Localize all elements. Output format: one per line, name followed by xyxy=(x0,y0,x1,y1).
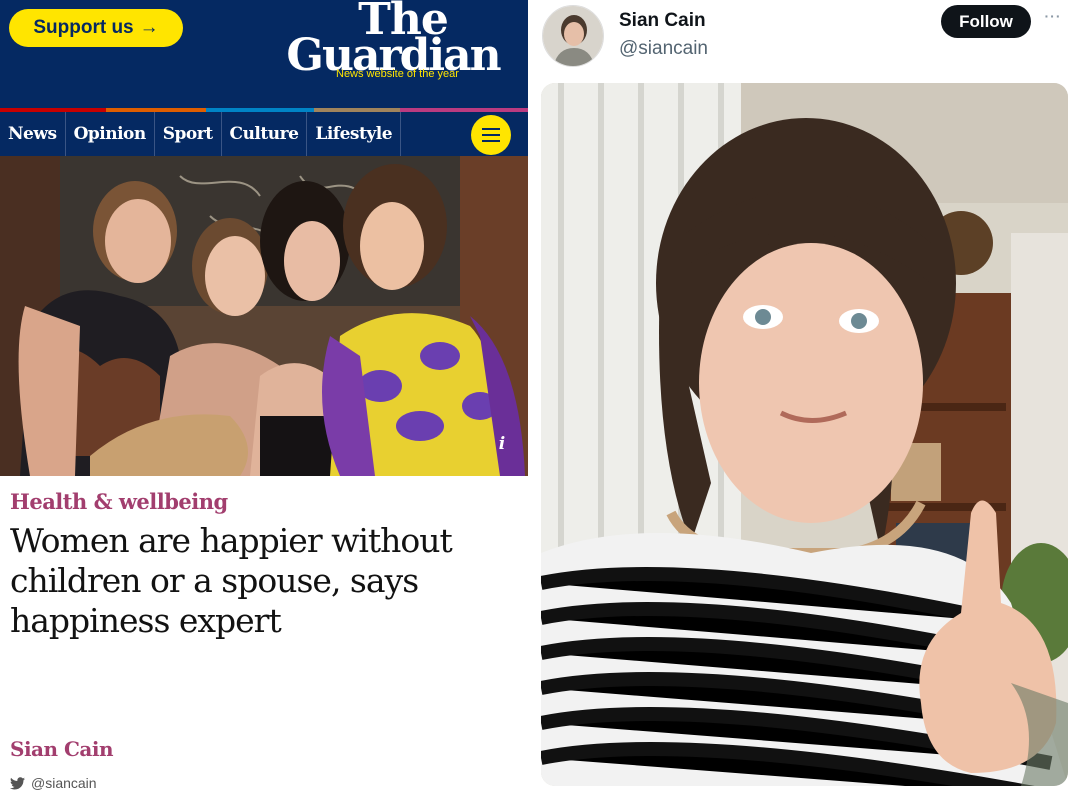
guardian-article-panel: Support us → The Guardian News website o… xyxy=(0,0,528,800)
article-headline: Women are happier without children or a … xyxy=(10,521,453,640)
avatar[interactable] xyxy=(542,5,604,67)
menu-line xyxy=(482,140,500,142)
menu-line xyxy=(482,134,500,136)
twitter-handle: @siancain xyxy=(31,775,97,791)
logo-tagline: News website of the year xyxy=(336,68,459,80)
hamburger-icon[interactable] xyxy=(471,115,511,155)
nav-items: News Opinion Sport Culture Lifestyle xyxy=(0,112,402,156)
support-us-label: Support us xyxy=(33,17,134,38)
support-us-button[interactable]: Support us → xyxy=(9,9,183,47)
follow-button[interactable]: Follow xyxy=(941,5,1031,38)
nav-item-lifestyle[interactable]: Lifestyle xyxy=(307,112,402,156)
twitter-bird-icon xyxy=(10,776,25,789)
hero-photo-illustration xyxy=(0,156,528,476)
nav-item-opinion[interactable]: Opinion xyxy=(66,112,155,156)
guardian-nav: News Opinion Sport Culture Lifestyle xyxy=(0,112,528,156)
avatar-illustration xyxy=(543,6,603,66)
nav-item-sport[interactable]: Sport xyxy=(155,112,222,156)
guardian-header: Support us → The Guardian News website o… xyxy=(0,0,528,112)
user-handle[interactable]: @siancain xyxy=(619,38,708,60)
tweet-panel: Sian Cain @siancain Follow ··· xyxy=(529,0,1075,800)
arrow-right-icon: → xyxy=(139,17,159,38)
author-byline[interactable]: Sian Cain xyxy=(10,737,114,761)
menu-line xyxy=(482,128,500,130)
section-kicker[interactable]: Health & wellbeing xyxy=(10,489,228,514)
tweet-photo-illustration xyxy=(541,83,1068,786)
more-options-icon[interactable]: ··· xyxy=(1039,6,1067,26)
author-twitter[interactable]: @siancain xyxy=(10,775,97,791)
guardian-logo[interactable]: The Guardian xyxy=(278,0,508,78)
user-name[interactable]: Sian Cain xyxy=(619,10,706,32)
nav-item-culture[interactable]: Culture xyxy=(222,112,308,156)
info-icon[interactable]: i xyxy=(490,432,514,456)
nav-item-news[interactable]: News xyxy=(0,112,66,156)
tweet-photo[interactable] xyxy=(541,83,1068,786)
hero-photo xyxy=(0,156,528,476)
